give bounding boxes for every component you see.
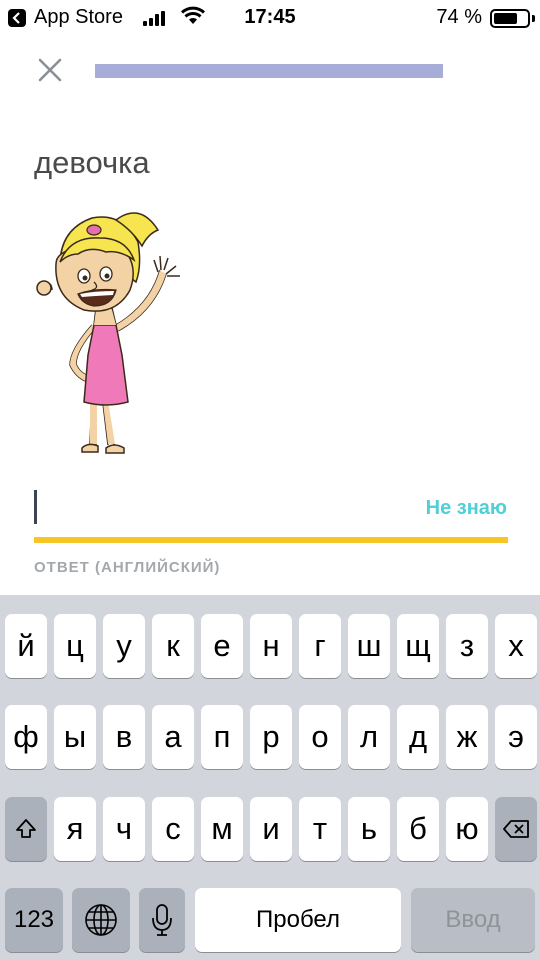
key-letter[interactable]: ц bbox=[54, 614, 96, 678]
delete-icon bbox=[503, 820, 529, 838]
key-letter[interactable]: в bbox=[103, 705, 145, 769]
key-letter[interactable]: э bbox=[495, 705, 537, 769]
key-letter[interactable]: ф bbox=[5, 705, 47, 769]
globe-key[interactable] bbox=[72, 888, 130, 952]
numbers-key[interactable]: 123 bbox=[5, 888, 63, 952]
key-letter[interactable]: ы bbox=[54, 705, 96, 769]
battery-icon bbox=[490, 9, 530, 28]
globe-icon bbox=[85, 904, 117, 936]
key-letter[interactable]: а bbox=[152, 705, 194, 769]
battery-tip bbox=[532, 15, 535, 22]
key-letter[interactable]: л bbox=[348, 705, 390, 769]
key-letter[interactable]: о bbox=[299, 705, 341, 769]
key-letter[interactable]: с bbox=[152, 797, 194, 861]
delete-key[interactable] bbox=[495, 797, 537, 861]
key-letter[interactable]: и bbox=[250, 797, 292, 861]
answer-underline bbox=[34, 537, 508, 543]
key-letter[interactable]: г bbox=[299, 614, 341, 678]
lesson-progress-fill bbox=[95, 64, 443, 78]
dont-know-button[interactable]: Не знаю bbox=[426, 497, 507, 520]
microphone-key[interactable] bbox=[139, 888, 185, 952]
key-letter[interactable]: ч bbox=[103, 797, 145, 861]
status-bar: App Store 17:45 74 % bbox=[0, 0, 540, 38]
close-button[interactable] bbox=[36, 56, 64, 84]
key-letter[interactable]: щ bbox=[397, 614, 439, 678]
key-letter[interactable]: х bbox=[495, 614, 537, 678]
key-letter[interactable]: б bbox=[397, 797, 439, 861]
close-icon bbox=[38, 58, 62, 82]
key-letter[interactable]: р bbox=[250, 705, 292, 769]
key-letter[interactable]: ю bbox=[446, 797, 488, 861]
shift-key[interactable] bbox=[5, 797, 47, 861]
key-letter[interactable]: к bbox=[152, 614, 194, 678]
key-letter[interactable]: т bbox=[299, 797, 341, 861]
answer-hint-label: ОТВЕТ (АНГЛИЙСКИЙ) bbox=[34, 559, 221, 576]
key-letter[interactable]: ш bbox=[348, 614, 390, 678]
key-letter[interactable]: я bbox=[54, 797, 96, 861]
key-letter[interactable]: д bbox=[397, 705, 439, 769]
key-letter[interactable]: у bbox=[103, 614, 145, 678]
return-key[interactable]: Ввод bbox=[411, 888, 535, 952]
key-letter[interactable]: з bbox=[446, 614, 488, 678]
microphone-icon bbox=[152, 904, 172, 936]
key-letter[interactable]: п bbox=[201, 705, 243, 769]
battery-percent: 74 % bbox=[436, 6, 482, 28]
key-letter[interactable]: ж bbox=[446, 705, 488, 769]
keyboard: й ц у к е н г ш щ з х ф ы в а п р о л д … bbox=[0, 595, 540, 960]
space-key[interactable]: Пробел bbox=[195, 888, 401, 952]
girl-waving-illustration bbox=[36, 212, 180, 454]
key-letter[interactable]: н bbox=[250, 614, 292, 678]
text-cursor bbox=[34, 490, 37, 524]
key-letter[interactable]: м bbox=[201, 797, 243, 861]
key-letter[interactable]: ь bbox=[348, 797, 390, 861]
shift-icon bbox=[16, 819, 36, 838]
lesson-progress-bar bbox=[95, 64, 443, 78]
answer-input[interactable] bbox=[34, 486, 394, 530]
prompt-word: девочка bbox=[34, 145, 150, 180]
key-letter[interactable]: е bbox=[201, 614, 243, 678]
key-letter[interactable]: й bbox=[5, 614, 47, 678]
